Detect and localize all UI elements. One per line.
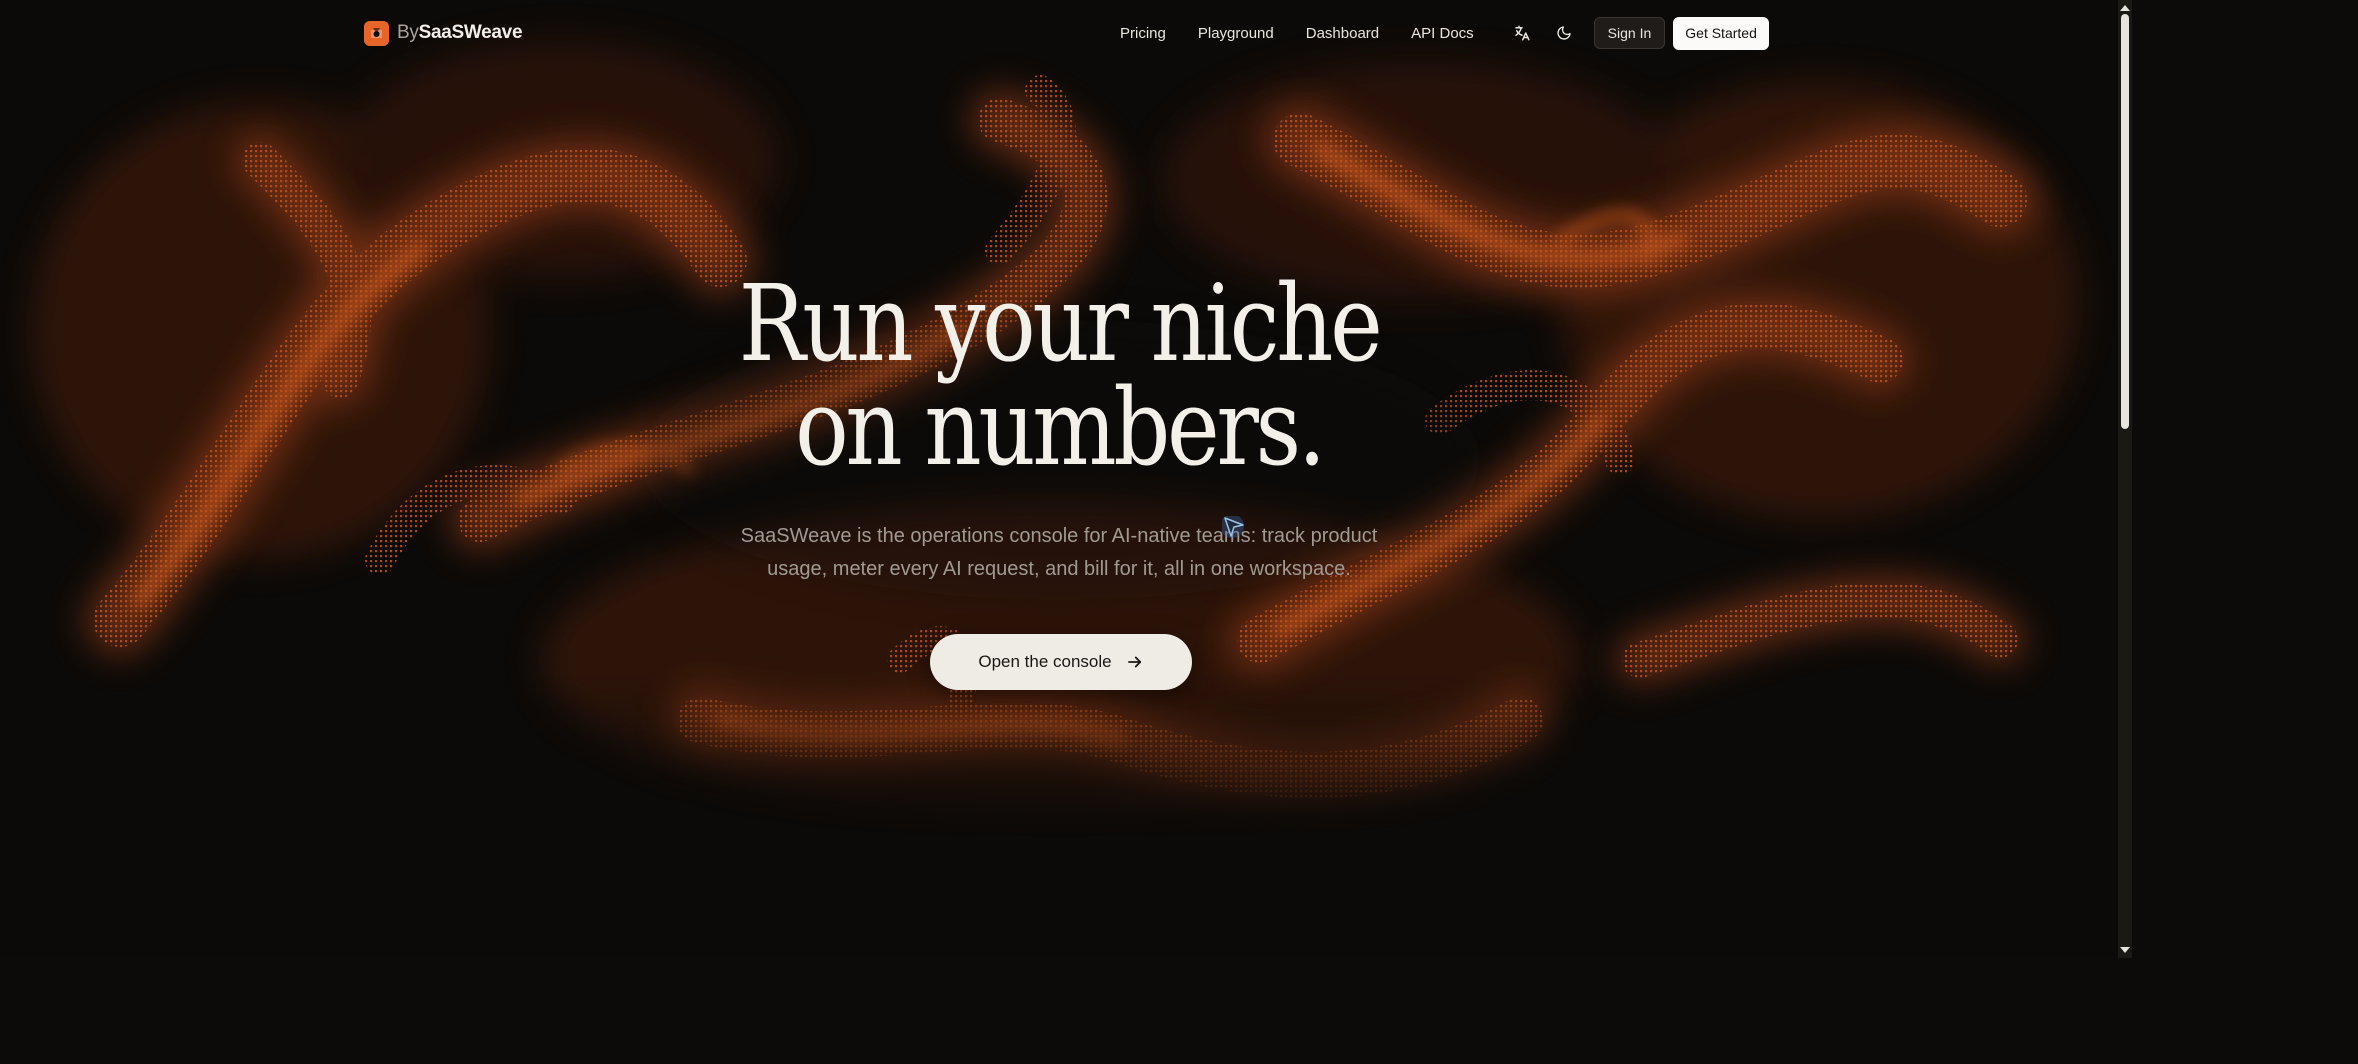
- brand-name: BySaaSWeave: [397, 22, 523, 43]
- brand-logo-icon: [364, 20, 389, 46]
- brand-logo-link[interactable]: BySaaSWeave: [364, 19, 523, 47]
- landing-page: BySaaSWeave Pricing Playground Dashboard…: [0, 0, 2118, 958]
- top-navbar: BySaaSWeave Pricing Playground Dashboard…: [0, 0, 2118, 66]
- sign-in-button[interactable]: Sign In: [1593, 17, 1666, 49]
- hero-title-line-1: Run your niche: [738, 262, 1383, 385]
- arrow-right-icon: [1127, 656, 1141, 668]
- hero-title: Run your niche on numbers.: [169, 262, 1948, 489]
- browser-viewport: BySaaSWeave Pricing Playground Dashboard…: [0, 0, 2358, 1064]
- nav-link-dashboard[interactable]: Dashboard: [1306, 19, 1379, 48]
- hero-subtitle: SaaSWeave is the operations console for …: [740, 525, 1378, 580]
- page-scrollbar[interactable]: [2118, 0, 2132, 958]
- hero-title-line-2: on numbers.: [795, 366, 1326, 489]
- moon-icon[interactable]: [1548, 17, 1580, 49]
- open-console-label: Open the console: [978, 652, 1112, 671]
- open-console-button[interactable]: Open the console: [930, 634, 1192, 690]
- nav-link-api-docs[interactable]: API Docs: [1411, 19, 1474, 48]
- scrollbar-thumb[interactable]: [2121, 14, 2129, 429]
- get-started-button[interactable]: Get Started: [1673, 16, 1769, 50]
- nav-menu: Pricing Playground Dashboard API Docs Si…: [1120, 16, 1769, 50]
- scroll-down-arrow-icon[interactable]: [2118, 944, 2132, 956]
- nav-link-pricing[interactable]: Pricing: [1120, 19, 1166, 48]
- translate-icon[interactable]: [1506, 17, 1538, 49]
- scroll-up-arrow-icon[interactable]: [2118, 2, 2132, 14]
- nav-link-playground[interactable]: Playground: [1198, 19, 1274, 48]
